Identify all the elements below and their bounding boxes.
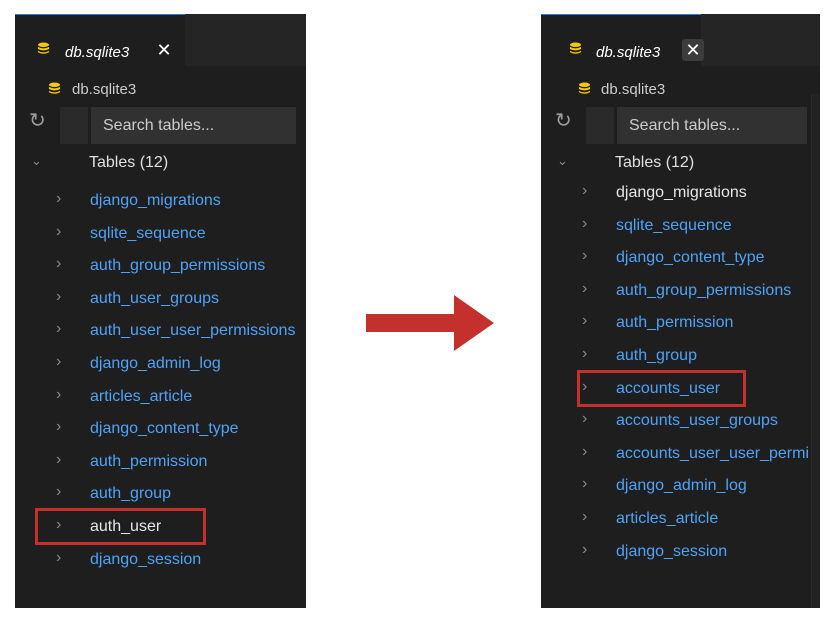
explorer-panel-after: db.sqlite3 ✕ db.sqlite3 ↻ Search tables.… (541, 14, 820, 608)
table-item[interactable]: › django_content_type (15, 415, 306, 443)
explorer-panel-before: db.sqlite3 ✕ db.sqlite3 ↻ Search tables.… (15, 14, 306, 608)
table-name: accounts_user_groups (616, 412, 778, 430)
database-icon (37, 42, 50, 54)
table-item[interactable]: › django_session (15, 546, 306, 574)
refresh-icon[interactable]: ↻ (555, 111, 572, 131)
chevron-right-icon: › (56, 255, 62, 273)
tables-group-label: Tables (12) (89, 154, 169, 171)
chevron-right-icon: › (582, 410, 588, 428)
chevron-right-icon: › (582, 214, 588, 232)
table-item[interactable]: › django_admin_log (541, 472, 820, 500)
search-input[interactable]: Search tables... (617, 107, 807, 144)
table-name: articles_article (616, 510, 719, 527)
tab-title: db.sqlite3 (596, 44, 661, 61)
chevron-right-icon: › (56, 320, 62, 338)
close-icon[interactable]: ✕ (153, 39, 175, 61)
breadcrumb-label: db.sqlite3 (601, 81, 666, 98)
database-icon (569, 42, 582, 54)
tables-group-header[interactable]: ⌄ Tables (12) (541, 151, 820, 177)
table-name: auth_permission (616, 314, 734, 332)
chevron-right-icon: › (582, 508, 588, 525)
table-item[interactable]: › auth_group_permissions (541, 277, 820, 305)
table-item[interactable]: › accounts_user_groups (541, 407, 820, 435)
breadcrumb[interactable]: db.sqlite3 (541, 78, 820, 100)
table-name: auth_group_permissions (616, 281, 792, 299)
table-name: auth_group (616, 347, 697, 364)
table-name: sqlite_sequence (616, 216, 732, 234)
chevron-right-icon: › (582, 247, 588, 265)
tab-db-sqlite3[interactable]: db.sqlite3 ✕ (15, 14, 185, 66)
close-icon[interactable]: ✕ (682, 39, 704, 61)
chevron-right-icon: › (582, 279, 588, 297)
table-item[interactable]: › auth_permission (15, 448, 306, 476)
highlight-box (577, 369, 746, 407)
refresh-icon[interactable]: ↻ (29, 111, 46, 131)
chevron-right-icon: › (582, 312, 588, 330)
table-item[interactable]: › auth_user_user_permissions (15, 317, 306, 345)
tab-title: db.sqlite3 (65, 44, 130, 61)
chevron-right-icon: › (56, 483, 62, 501)
search-input[interactable]: Search tables... (91, 107, 296, 144)
table-name: django_migrations (616, 184, 747, 201)
arrow-right-icon (366, 295, 494, 351)
table-item[interactable]: › django_migrations (15, 187, 306, 215)
table-name: auth_group_permissions (90, 257, 266, 275)
chevron-right-icon: › (56, 418, 62, 436)
highlight-box (35, 508, 206, 545)
table-name: auth_user_user_permissions (90, 322, 296, 340)
chevron-right-icon: › (56, 450, 62, 468)
table-item[interactable]: › django_content_type (541, 244, 820, 272)
table-item[interactable]: › sqlite_sequence (541, 212, 820, 240)
search-gap (586, 107, 614, 144)
table-name: django_session (616, 542, 728, 560)
chevron-right-icon: › (582, 475, 588, 493)
table-item[interactable]: › articles_article (541, 505, 820, 533)
table-name: django_session (90, 550, 202, 568)
table-name: sqlite_sequence (90, 224, 206, 242)
table-item[interactable]: › django_session (541, 538, 820, 566)
tab-bar: db.sqlite3 ✕ (541, 14, 820, 66)
chevron-right-icon: › (582, 345, 588, 362)
chevron-down-icon: ⌄ (31, 153, 42, 168)
table-name: auth_permission (90, 452, 208, 470)
chevron-right-icon: › (582, 442, 588, 460)
tables-group-label: Tables (12) (615, 154, 695, 171)
table-item[interactable]: › django_migrations (541, 179, 820, 207)
breadcrumb[interactable]: db.sqlite3 (15, 78, 306, 100)
chevron-right-icon: › (56, 222, 62, 240)
table-item[interactable]: › auth_permission (541, 309, 820, 337)
chevron-down-icon: ⌄ (557, 153, 568, 168)
table-item[interactable]: › articles_article (15, 383, 306, 411)
table-name: articles_article (90, 387, 193, 405)
chevron-right-icon: › (56, 385, 62, 403)
breadcrumb-label: db.sqlite3 (72, 81, 137, 98)
table-item[interactable]: › auth_user_groups (15, 285, 306, 313)
database-icon (48, 82, 61, 94)
table-item[interactable]: › accounts_user_user_permi (541, 440, 820, 468)
table-item[interactable]: › sqlite_sequence (15, 220, 306, 248)
search-gap (60, 107, 88, 144)
table-item[interactable]: › auth_group_permissions (15, 252, 306, 280)
table-item[interactable]: › auth_group (541, 342, 820, 370)
chevron-right-icon: › (582, 182, 588, 199)
tables-group-header[interactable]: ⌄ Tables (12) (15, 151, 306, 177)
table-item[interactable]: › auth_group (15, 480, 306, 508)
chevron-right-icon: › (56, 548, 62, 566)
table-name: django_content_type (616, 249, 765, 267)
table-name: accounts_user_user_permi (616, 444, 809, 462)
table-name: auth_group (90, 485, 171, 503)
database-icon (578, 82, 591, 94)
table-name: django_admin_log (90, 355, 221, 372)
table-name: django_admin_log (616, 477, 747, 495)
chevron-right-icon: › (582, 540, 588, 558)
table-item[interactable]: › django_admin_log (15, 350, 306, 378)
table-name: django_content_type (90, 420, 239, 438)
tab-db-sqlite3[interactable]: db.sqlite3 ✕ (541, 14, 704, 66)
table-name: auth_user_groups (90, 289, 219, 307)
chevron-right-icon: › (56, 353, 62, 370)
tab-bar: db.sqlite3 ✕ (15, 14, 306, 66)
chevron-right-icon: › (56, 287, 62, 305)
table-name: django_migrations (90, 192, 221, 209)
chevron-right-icon: › (56, 190, 62, 207)
